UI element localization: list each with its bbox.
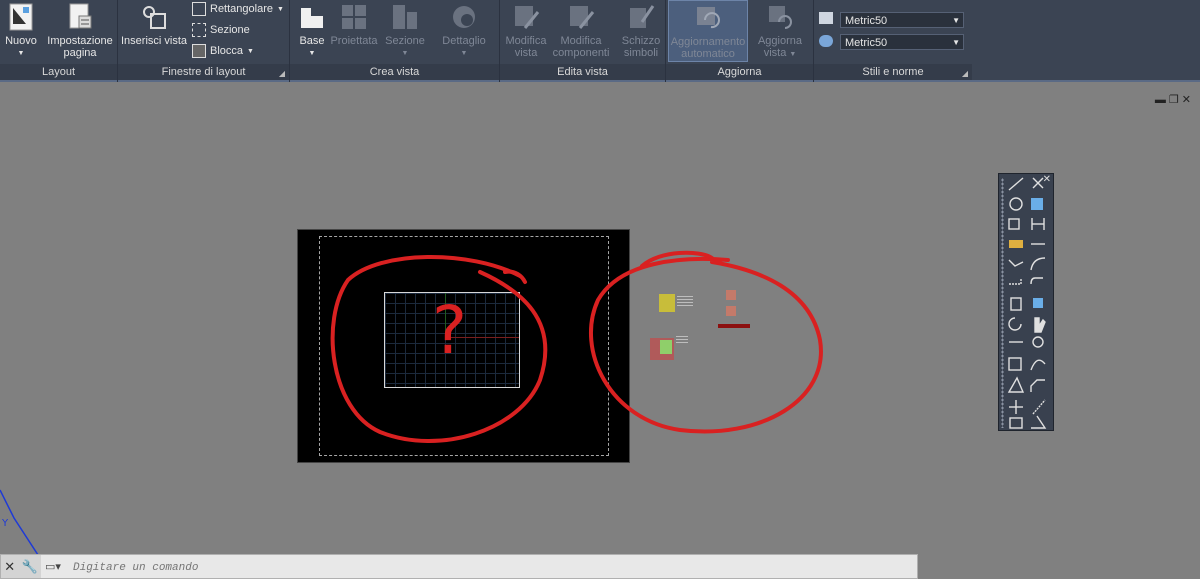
command-prompt-icon[interactable]: ▭▾ xyxy=(45,560,61,573)
command-line-controls: ✕ 🔧 xyxy=(1,555,41,578)
array-icon xyxy=(1033,298,1043,308)
image-icon xyxy=(1031,198,1043,210)
trim-icon xyxy=(1008,259,1024,267)
ucs-icon: Y xyxy=(0,489,40,558)
pan-hand-icon xyxy=(1034,317,1046,333)
break-icon xyxy=(1031,218,1045,230)
fillet-icon xyxy=(1030,277,1043,285)
wrench-icon[interactable]: 🔧 xyxy=(22,559,38,575)
markup-circle-right xyxy=(588,256,823,434)
spline-icon xyxy=(1030,359,1046,371)
rotate-icon xyxy=(1008,317,1022,331)
circle-icon xyxy=(1009,197,1023,211)
close-icon[interactable]: ✕ xyxy=(4,559,15,575)
floating-modify-toolbar: ✕ xyxy=(998,173,1054,431)
properties-icon xyxy=(1008,357,1022,371)
stretch-icon xyxy=(1032,399,1046,415)
angle-icon xyxy=(1031,415,1047,429)
erase-icon xyxy=(1032,177,1044,189)
markup-circle-left-tail xyxy=(503,269,527,284)
hatch-icon xyxy=(1009,240,1023,248)
command-input[interactable] xyxy=(71,557,905,578)
mirror-icon xyxy=(1010,297,1022,311)
markup-question-mark: ? xyxy=(432,292,468,369)
rectangle-icon xyxy=(1009,417,1023,429)
scale-icon xyxy=(1007,376,1025,393)
line-icon xyxy=(1008,177,1024,191)
join-icon xyxy=(1032,336,1044,348)
toolbar-icons xyxy=(1007,177,1047,429)
chamfer-icon xyxy=(1030,379,1045,392)
offset-icon xyxy=(1009,278,1022,285)
copy-icon xyxy=(1008,218,1020,230)
arc-icon xyxy=(1030,257,1046,271)
command-line: ✕ 🔧 ▭▾ xyxy=(0,554,918,579)
svg-text:Y: Y xyxy=(1,518,9,529)
move-icon xyxy=(1009,400,1023,414)
